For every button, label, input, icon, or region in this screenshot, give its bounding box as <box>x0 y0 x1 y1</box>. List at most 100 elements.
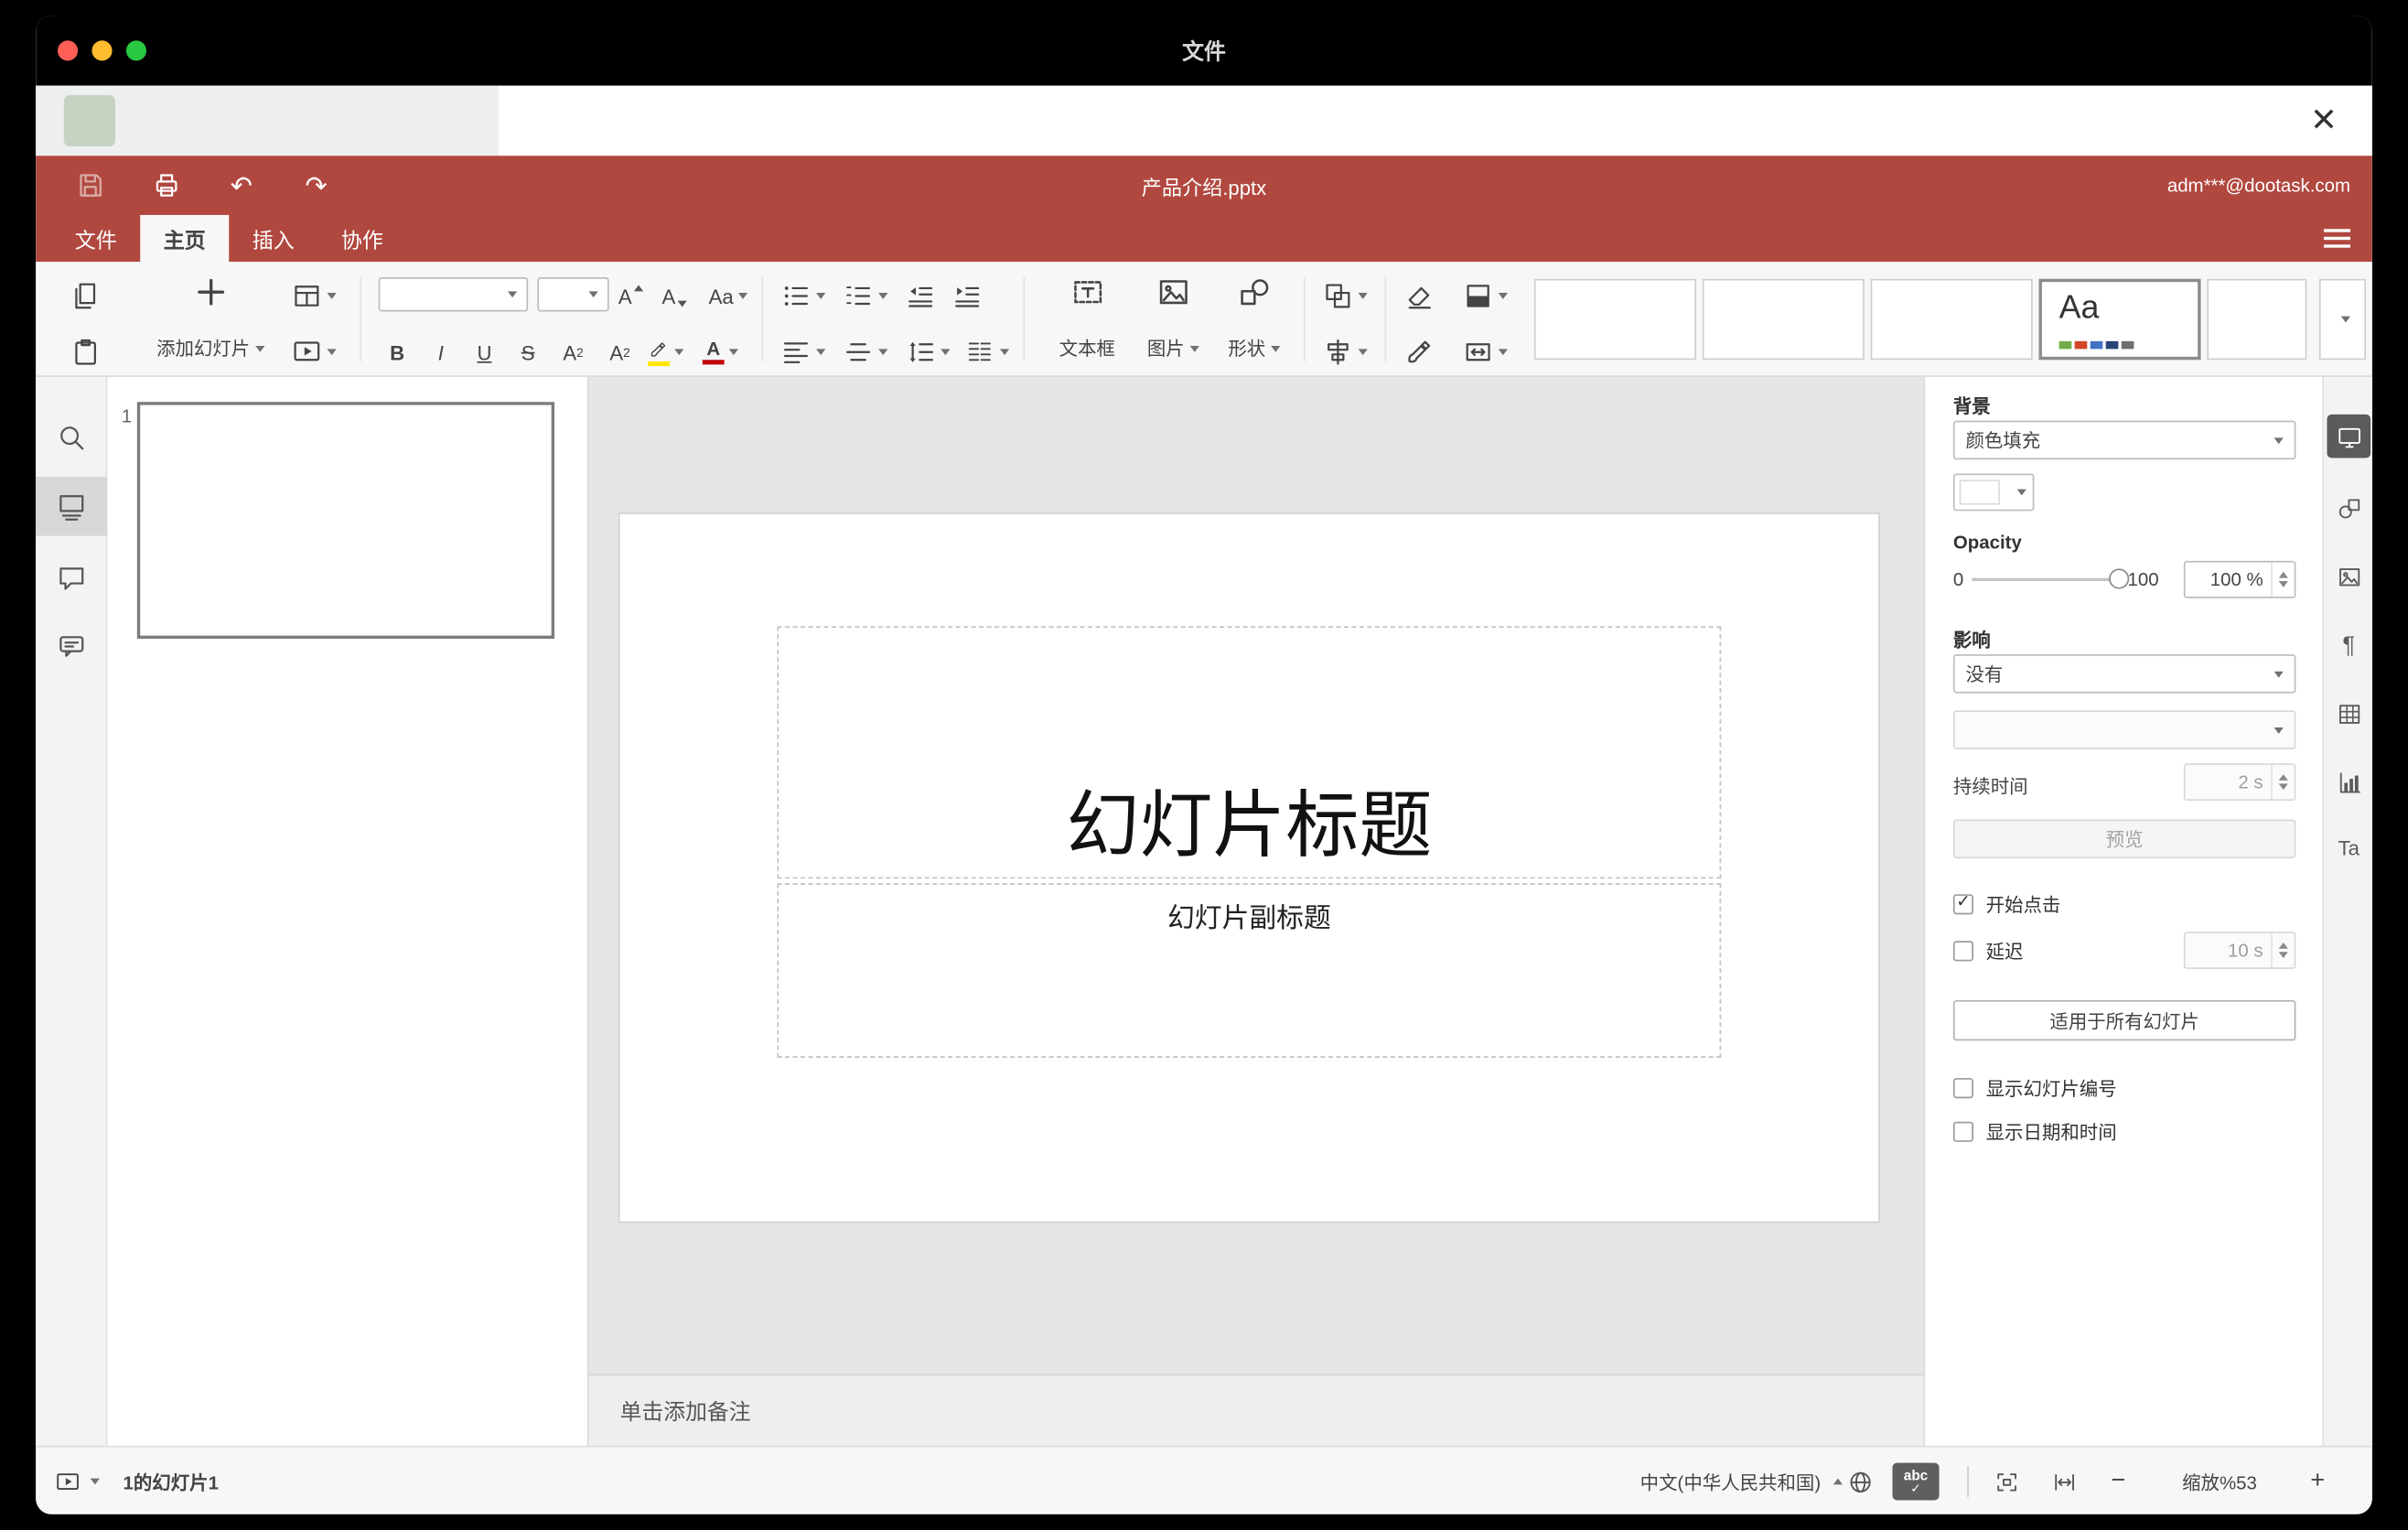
tab-insert[interactable]: 插入 <box>229 215 317 262</box>
underline-button[interactable]: U <box>466 332 503 372</box>
bold-button[interactable]: B <box>379 332 416 372</box>
zoom-in-button[interactable]: + <box>2301 1463 2335 1501</box>
clear-style-button[interactable] <box>1403 275 1435 316</box>
increase-indent-button[interactable] <box>951 275 983 316</box>
shape-settings-tab[interactable] <box>2327 486 2370 530</box>
columns-button[interactable] <box>964 332 1010 372</box>
copy-button[interactable] <box>70 275 102 316</box>
add-slide-button[interactable]: 添加幻灯片 <box>133 270 288 370</box>
fit-to-width-button[interactable] <box>2045 1463 2082 1501</box>
spell-check-button[interactable]: abc ✓ <box>1892 1462 1940 1501</box>
paste-button[interactable] <box>70 332 102 372</box>
theme-option[interactable] <box>1533 278 1696 361</box>
macos-titlebar: 文件 <box>36 16 2372 86</box>
slide-settings-tab[interactable] <box>2327 414 2371 458</box>
theme-option[interactable] <box>1702 278 1865 361</box>
copy-icon <box>70 280 102 311</box>
slide-canvas[interactable]: 幻灯片标题 幻灯片副标题 <box>619 513 1879 1222</box>
tab-home[interactable]: 主页 <box>140 214 230 263</box>
bullet-list-button[interactable] <box>780 275 826 316</box>
vertical-align-button[interactable] <box>843 332 888 372</box>
arrange-icon <box>1322 280 1353 311</box>
slide-layout-button[interactable] <box>291 275 337 316</box>
chart-settings-tab[interactable] <box>2327 760 2370 804</box>
opacity-slider[interactable] <box>1971 568 2130 589</box>
menu-button[interactable] <box>2324 229 2350 248</box>
spinner-arrows[interactable] <box>2271 562 2295 598</box>
preview-button[interactable]: 预览 <box>1952 819 2296 859</box>
paragraph-settings-tab[interactable]: ¶ <box>2327 623 2370 667</box>
superscript-button[interactable]: A2 <box>553 332 593 372</box>
theme-option[interactable] <box>1870 278 2033 361</box>
chevron-down-icon <box>327 349 337 356</box>
shape-fill-button[interactable] <box>1463 275 1508 316</box>
image-settings-tab[interactable] <box>2327 555 2370 598</box>
spinner-arrows[interactable] <box>2271 932 2295 968</box>
strikethrough-button[interactable]: S <box>510 332 547 372</box>
start-on-click-label: 开始点击 <box>1985 893 2061 916</box>
horizontal-align-button[interactable] <box>780 332 826 372</box>
close-button[interactable]: ✕ <box>2301 97 2348 144</box>
italic-button[interactable]: I <box>422 332 459 372</box>
highlight-color-button[interactable] <box>647 332 684 372</box>
start-slideshow-toolbar-button[interactable] <box>291 332 337 372</box>
toolbar-divider <box>360 277 361 361</box>
align-shape-button[interactable] <box>1322 332 1368 372</box>
font-name-select[interactable] <box>378 277 529 312</box>
copy-style-button[interactable] <box>1403 332 1435 372</box>
tab-file[interactable]: 文件 <box>51 215 140 262</box>
change-case-button[interactable]: Aa <box>709 275 748 316</box>
font-color-button[interactable]: A <box>702 332 738 372</box>
delay-row: 延迟 <box>1952 940 2024 962</box>
insert-shape-button[interactable]: 形状 <box>1217 270 1292 370</box>
tab-collaboration[interactable]: 协作 <box>317 215 406 262</box>
textart-settings-tab[interactable]: Ta <box>2327 825 2370 869</box>
theme-gallery-more-button[interactable] <box>2318 278 2367 361</box>
line-spacing-button[interactable] <box>905 332 951 372</box>
numbered-list-button[interactable] <box>843 275 888 316</box>
start-on-click-checkbox[interactable]: ✓ <box>1952 893 1974 914</box>
font-size-select[interactable] <box>537 277 609 312</box>
fit-to-slide-button[interactable] <box>1987 1463 2025 1501</box>
transition-effect-select[interactable]: 没有 <box>1952 654 2296 694</box>
subtitle-placeholder[interactable]: 幻灯片副标题 <box>777 883 1722 1058</box>
textart-icon: Ta <box>2338 835 2360 859</box>
arrange-shape-button[interactable] <box>1322 275 1368 316</box>
decrease-font-button[interactable]: A <box>662 275 687 316</box>
transition-type-select[interactable] <box>1952 710 2296 749</box>
increase-font-button[interactable]: A <box>618 275 643 316</box>
duration-spinner[interactable]: 2 s <box>2183 763 2296 802</box>
zoom-out-button[interactable]: − <box>2102 1463 2135 1501</box>
insert-image-button[interactable]: 图片 <box>1135 270 1210 370</box>
start-slideshow-button[interactable] <box>55 1463 100 1501</box>
opacity-spinner[interactable]: 100 % <box>2183 560 2296 598</box>
show-date-time-checkbox[interactable] <box>1952 1120 1974 1142</box>
notes-area[interactable]: 单击添加备注 <box>588 1374 1924 1446</box>
insert-textbox-button[interactable]: 文本框 <box>1045 270 1129 370</box>
set-document-language-button[interactable] <box>1841 1463 1878 1501</box>
spinner-arrows[interactable] <box>2271 764 2295 800</box>
table-settings-tab[interactable] <box>2327 692 2370 736</box>
slide-thumbnail[interactable] <box>136 402 555 640</box>
arrow-up-icon <box>633 285 643 292</box>
decrease-indent-button[interactable] <box>905 275 936 316</box>
background-artifact <box>36 85 499 156</box>
comments-panel-button[interactable] <box>36 548 107 608</box>
delay-spinner[interactable]: 10 s <box>2183 932 2296 969</box>
slide-size-button[interactable] <box>1463 332 1508 372</box>
background-fill-select[interactable]: 颜色填充 <box>1952 420 2296 460</box>
theme-option[interactable] <box>2207 278 2307 361</box>
slider-knob[interactable] <box>2109 568 2130 589</box>
title-placeholder[interactable]: 幻灯片标题 <box>777 626 1722 879</box>
search-panel-button[interactable] <box>36 408 107 468</box>
fill-color-swatch[interactable] <box>1952 473 2035 512</box>
chat-panel-button[interactable] <box>36 617 107 676</box>
slides-panel-button[interactable] <box>36 476 108 536</box>
subscript-button[interactable]: A2 <box>599 332 640 372</box>
language-button[interactable]: 中文(中华人民共和国) <box>1594 1448 1843 1514</box>
theme-option-selected[interactable]: Aa <box>2038 278 2201 361</box>
delay-checkbox[interactable] <box>1952 940 1974 961</box>
apply-to-all-slides-button[interactable]: 适用于所有幻灯片 <box>1952 999 2296 1041</box>
right-rail: ¶ Ta <box>2322 376 2372 1446</box>
show-slide-number-checkbox[interactable] <box>1952 1077 1974 1098</box>
